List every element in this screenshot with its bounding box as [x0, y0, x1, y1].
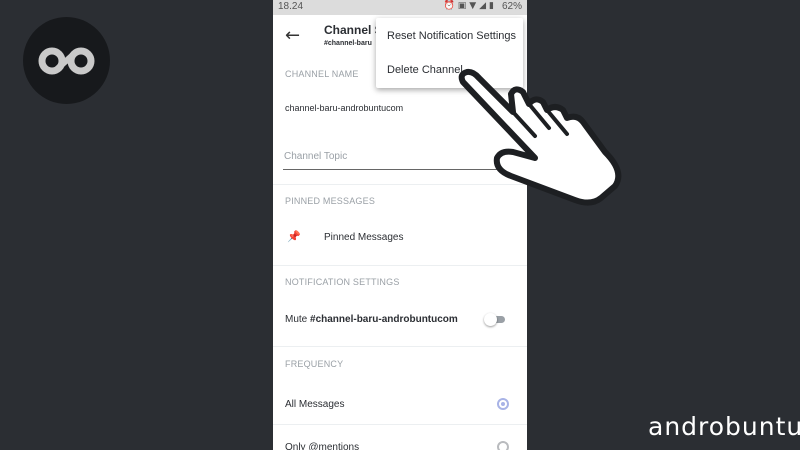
- pointing-hand-icon: [458, 68, 622, 206]
- section-notification-settings: NOTIFICATION SETTINGS: [285, 277, 400, 287]
- infinity-logo-icon: [38, 47, 95, 75]
- channel-topic-input[interactable]: Channel Topic: [284, 151, 347, 162]
- page-subtitle: #channel-baru: [324, 40, 372, 47]
- battery-percentage: 62%: [501, 1, 522, 12]
- status-bar: 18.24 ⏰▣▼◢▮ 62%: [273, 0, 527, 15]
- mute-channel-name: #channel-baru-androbuntucom: [310, 314, 458, 325]
- pinned-messages-item[interactable]: Pinned Messages: [324, 232, 404, 243]
- frequency-option-all-messages[interactable]: All Messages: [285, 399, 344, 410]
- radio-all-messages[interactable]: [497, 398, 509, 410]
- status-time: 18.24: [278, 1, 304, 12]
- battery-icon: ▮: [489, 1, 497, 11]
- divider: [273, 424, 527, 425]
- section-channel-name: CHANNEL NAME: [285, 69, 359, 79]
- radio-only-mentions[interactable]: [497, 441, 509, 450]
- channel-name-field[interactable]: channel-baru-androbuntucom: [285, 103, 403, 113]
- androbuntu-logo: [23, 17, 110, 104]
- vibrate-icon: ▣: [457, 1, 470, 11]
- toggle-knob: [484, 313, 497, 326]
- mute-label: Mute: [285, 314, 311, 325]
- menu-item-reset-notification-settings[interactable]: Reset Notification Settings: [387, 30, 516, 42]
- mute-toggle[interactable]: [484, 313, 507, 326]
- signal-icon: ◢: [479, 1, 490, 11]
- mute-channel-row[interactable]: Mute #channel-baru-androbuntucom: [285, 314, 458, 325]
- section-frequency: FREQUENCY: [285, 359, 344, 369]
- watermark: androbuntu: [648, 412, 800, 441]
- pin-icon: 📌: [287, 230, 301, 243]
- page-title: Channel S: [324, 23, 383, 37]
- status-icons: ⏰▣▼◢▮: [443, 1, 497, 11]
- divider: [273, 346, 527, 347]
- back-arrow-icon[interactable]: ←: [285, 25, 300, 46]
- section-pinned-messages: PINNED MESSAGES: [285, 196, 376, 206]
- alarm-icon: ⏰: [443, 1, 458, 11]
- wifi-icon: ▼: [469, 1, 480, 11]
- frequency-option-only-mentions[interactable]: Only @mentions: [285, 442, 359, 450]
- menu-item-delete-channel[interactable]: Delete Channel: [387, 64, 463, 76]
- divider: [273, 265, 527, 266]
